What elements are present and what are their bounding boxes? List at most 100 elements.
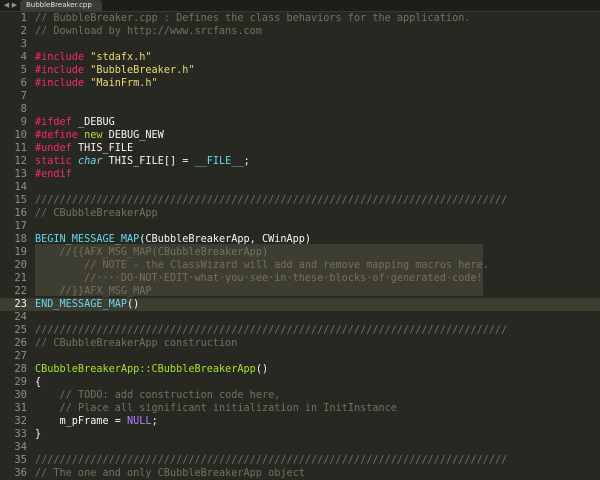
line-number: 23 <box>14 298 27 310</box>
code-text: static char THIS_FILE[] = __FILE__; <box>35 155 250 168</box>
code-text: BEGIN_MESSAGE_MAP(CBubbleBreakerApp, CWi… <box>35 233 311 246</box>
code-token: //{{AFX_MSG_MAP(CBubbleBreakerApp) <box>59 247 269 258</box>
code-line[interactable]: 25 //////////////////////////////////////… <box>0 324 600 337</box>
code-line[interactable]: 20 // NOTE - the ClassWizard will add an… <box>0 259 600 272</box>
code-text: // Place all significant initialization … <box>35 402 397 415</box>
code-text: ////////////////////////////////////////… <box>35 324 507 337</box>
line-number: 33 <box>14 428 27 440</box>
code-text: // BubbleBreaker.cpp : Defines the class… <box>35 12 470 25</box>
code-token: #undef <box>35 143 72 154</box>
code-text: CBubbleBreakerApp::CBubbleBreakerApp() <box>35 363 268 376</box>
code-token: "BubbleBreaker.h" <box>90 65 195 76</box>
line-number: 18 <box>14 233 27 245</box>
code-token: NULL <box>127 416 152 427</box>
line-number: 12 <box>14 155 27 167</box>
code-line[interactable]: 33} <box>0 428 600 441</box>
code-text: #include "MainFrm.h" <box>35 77 158 90</box>
code-line[interactable]: 30 // TODO: add construction code here, <box>0 389 600 402</box>
line-number: 32 <box>14 415 27 427</box>
code-token: // BubbleBreaker.cpp : Defines the class… <box>35 13 471 24</box>
code-text: ////////////////////////////////////////… <box>35 194 507 207</box>
tab-bubblebreaker-cpp[interactable]: BubbleBreaker.cpp <box>20 0 102 11</box>
code-line[interactable]: 4 #include "stdafx.h" <box>0 51 600 64</box>
code-line[interactable]: 7 <box>0 90 600 103</box>
code-line[interactable]: 18 BEGIN_MESSAGE_MAP(CBubbleBreakerApp, C… <box>0 233 600 246</box>
code-line[interactable]: 13 #endif <box>0 168 600 181</box>
code-token: ////////////////////////////////////////… <box>35 325 508 336</box>
code-text: END_MESSAGE_MAP() <box>35 298 139 311</box>
line-number: 4 <box>20 51 27 63</box>
code-line[interactable]: 23 END_MESSAGE_MAP() <box>0 298 600 311</box>
code-editor[interactable]: 1 // BubbleBreaker.cpp : Defines the clas… <box>0 11 600 479</box>
code-line[interactable]: 12 static char THIS_FILE[] = __FILE__; <box>0 155 600 168</box>
code-line[interactable]: 34 <box>0 441 600 454</box>
code-token: CBubbleBreakerApp::CBubbleBreakerApp <box>35 364 256 375</box>
code-line[interactable]: 1 // BubbleBreaker.cpp : Defines the clas… <box>0 12 600 25</box>
line-number: 31 <box>14 402 27 414</box>
line-number: 30 <box>14 389 27 401</box>
code-token: "stdafx.h" <box>90 52 152 63</box>
code-token: #define <box>35 130 78 141</box>
line-number: 13 <box>14 168 27 180</box>
code-token: // CBubbleBreakerApp construction <box>35 338 238 349</box>
code-token: //····DO·NOT·EDIT·what·you·see·in·these·… <box>84 273 483 284</box>
code-token: //}}AFX_MSG_MAP <box>59 286 152 297</box>
code-line[interactable]: 27 <box>0 350 600 363</box>
code-token: static <box>35 156 72 167</box>
code-line[interactable]: 16 // CBubbleBreakerApp <box>0 207 600 220</box>
code-token: __FILE__ <box>194 156 244 167</box>
code-line[interactable]: 6 #include "MainFrm.h" <box>0 77 600 90</box>
line-number: 26 <box>14 337 27 349</box>
code-line[interactable]: 31 // Place all significant initializati… <box>0 402 600 415</box>
code-line[interactable]: 14 <box>0 181 600 194</box>
code-text: #include "stdafx.h" <box>35 51 152 64</box>
code-line[interactable]: 10 #define new DEBUG_NEW <box>0 129 600 142</box>
code-token: } <box>35 429 42 440</box>
code-token: () <box>255 364 269 375</box>
code-line[interactable]: 11 #undef THIS_FILE <box>0 142 600 155</box>
code-line[interactable]: 28 CBubbleBreakerApp::CBubbleBreakerApp() <box>0 363 600 376</box>
line-number: 34 <box>14 441 27 453</box>
code-line[interactable]: 15 //////////////////////////////////////… <box>0 194 600 207</box>
line-number: 9 <box>20 116 27 128</box>
line-number: 21 <box>14 272 27 284</box>
code-line[interactable]: 8 <box>0 103 600 116</box>
code-text: // The one and only CBubbleBreakerApp ob… <box>35 467 305 480</box>
code-text: m_pFrame = NULL; <box>35 415 158 428</box>
code-line[interactable]: 26 // CBubbleBreakerApp construction <box>0 337 600 350</box>
line-number: 1 <box>20 12 27 24</box>
line-number: 5 <box>20 64 27 76</box>
line-number: 17 <box>14 220 27 232</box>
code-text: //····DO·NOT·EDIT·what·you·see·in·these·… <box>35 272 483 285</box>
code-token: DEBUG_NEW <box>102 130 164 141</box>
code-token: #endif <box>35 169 72 180</box>
code-text: // NOTE - the ClassWizard will add and r… <box>35 259 489 272</box>
code-line[interactable]: 36 // The one and only CBubbleBreakerApp … <box>0 467 600 480</box>
code-token: { <box>35 377 42 388</box>
code-line[interactable]: 21 //····DO·NOT·EDIT·what·you·see·in·the… <box>0 272 600 285</box>
code-token: THIS_FILE <box>71 143 134 154</box>
code-text: #ifdef _DEBUG <box>35 116 115 129</box>
code-token: // TODO: add construction code here, <box>59 390 281 401</box>
code-line[interactable]: 35 //////////////////////////////////////… <box>0 454 600 467</box>
line-number: 35 <box>14 454 27 466</box>
line-number: 2 <box>20 25 27 37</box>
code-line[interactable]: 9 #ifdef _DEBUG <box>0 116 600 129</box>
code-line[interactable]: 32 m_pFrame = NULL; <box>0 415 600 428</box>
code-text: #define new DEBUG_NEW <box>35 129 164 142</box>
code-line[interactable]: 2 // Download by http://www.srcfans.com <box>0 25 600 38</box>
code-line[interactable]: 3 <box>0 38 600 51</box>
tab-scroll-right-icon[interactable]: ▶ <box>10 0 19 11</box>
code-line[interactable]: 24 <box>0 311 600 324</box>
code-line[interactable]: 19 //{{AFX_MSG_MAP(CBubbleBreakerApp) <box>0 246 600 259</box>
code-token: ; <box>151 416 158 427</box>
code-text: #include "BubbleBreaker.h" <box>35 64 195 77</box>
code-line[interactable]: 17 <box>0 220 600 233</box>
line-number: 7 <box>20 90 27 102</box>
code-text: { <box>35 376 41 389</box>
code-line[interactable]: 22 //}}AFX_MSG_MAP <box>0 285 600 298</box>
code-line[interactable]: 29 { <box>0 376 600 389</box>
code-line[interactable]: 5 #include "BubbleBreaker.h" <box>0 64 600 77</box>
